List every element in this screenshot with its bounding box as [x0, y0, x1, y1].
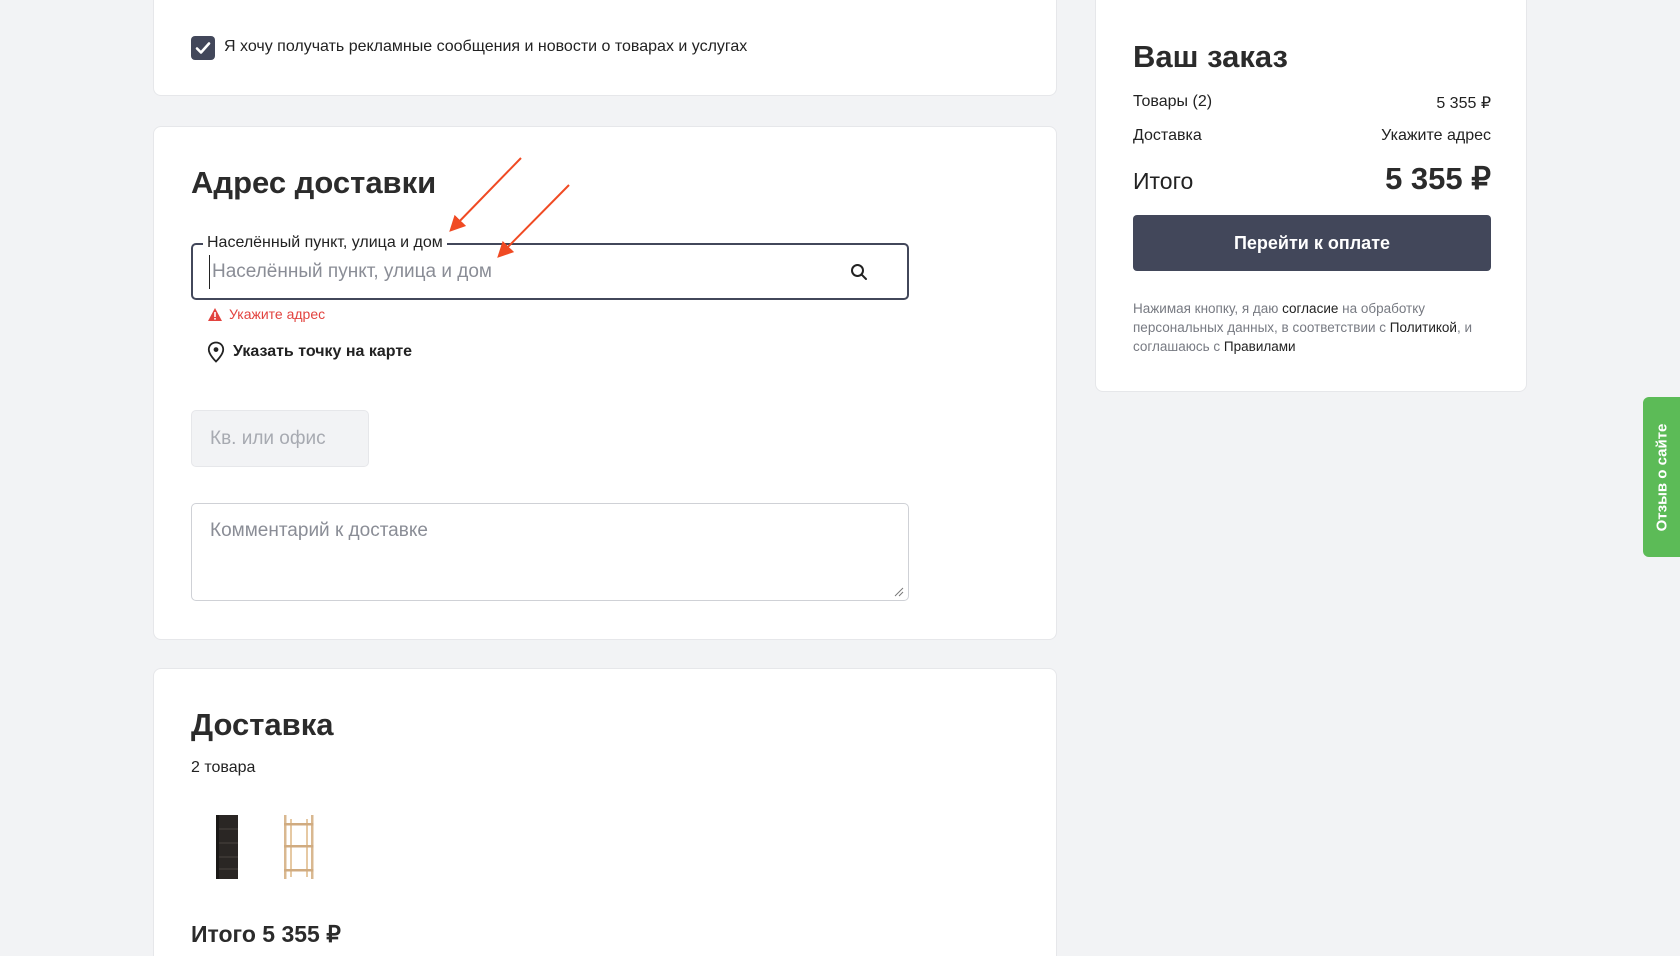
delivery-card: Доставка 2 товара Итого 5 355 ₽ — [153, 668, 1057, 956]
address-input[interactable] — [209, 255, 809, 289]
order-items-value: 5 355 ₽ — [1436, 95, 1491, 112]
order-items-row: Товары (2) 5 355 ₽ — [1133, 93, 1491, 113]
consent-link[interactable]: согласие — [1282, 301, 1338, 316]
delivery-comment-textarea[interactable] — [191, 503, 909, 601]
order-total-value: 5 355 ₽ — [1385, 161, 1491, 196]
address-section-title: Адрес доставки — [191, 165, 437, 200]
order-total-label: Итого — [1133, 168, 1194, 194]
legal-notice: Нажимая кнопку, я даю согласие на обрабо… — [1133, 299, 1493, 356]
order-delivery-value: Укажите адрес — [1381, 127, 1491, 144]
product-thumbnail-bookcase[interactable] — [202, 811, 252, 883]
apartment-input[interactable] — [191, 410, 369, 467]
order-delivery-label: Доставка — [1133, 127, 1202, 144]
address-field: Населённый пункт, улица и дом — [191, 234, 909, 300]
order-summary-card: Ваш заказ Товары (2) 5 355 ₽ Доставка Ук… — [1095, 0, 1527, 392]
pick-on-map-label: Указать точку на карте — [233, 343, 413, 360]
product-thumbnail-shelf[interactable] — [274, 811, 324, 883]
order-title: Ваш заказ — [1133, 39, 1288, 74]
checkmark-icon — [195, 42, 211, 54]
address-error-text: Укажите адрес — [229, 306, 326, 322]
site-feedback-label: Отзыв о сайте — [1653, 423, 1670, 531]
delivery-address-card: Адрес доставки Населённый пункт, улица и… — [153, 126, 1057, 640]
marketing-consent-label: Я хочу получать рекламные сообщения и но… — [224, 38, 748, 55]
pick-on-map-link[interactable]: Указать точку на карте — [207, 341, 412, 363]
delivery-items-count: 2 товара — [191, 759, 256, 776]
address-field-label: Населённый пункт, улица и дом — [203, 234, 447, 252]
site-feedback-tab[interactable]: Отзыв о сайте — [1643, 397, 1680, 557]
legal-text-1: Нажимая кнопку, я даю — [1133, 301, 1283, 316]
policy-link[interactable]: Политикой — [1390, 320, 1457, 335]
order-total-row: Итого 5 355 ₽ — [1133, 161, 1491, 197]
map-pin-icon — [207, 341, 225, 363]
rules-link[interactable]: Правилами — [1224, 339, 1296, 354]
search-icon[interactable] — [849, 262, 869, 282]
order-items-label: Товары (2) — [1133, 93, 1213, 110]
resize-grip-icon[interactable] — [894, 587, 904, 597]
order-delivery-row: Доставка Укажите адрес — [1133, 127, 1491, 145]
consent-card: Я хочу получать рекламные сообщения и но… — [153, 0, 1057, 96]
delivery-total: Итого 5 355 ₽ — [191, 921, 341, 947]
proceed-to-payment-button[interactable]: Перейти к оплате — [1133, 215, 1491, 271]
delivery-section-title: Доставка — [191, 707, 334, 742]
address-error: Укажите адрес — [207, 306, 325, 322]
warning-icon — [208, 307, 222, 321]
marketing-consent-checkbox[interactable] — [191, 36, 215, 60]
